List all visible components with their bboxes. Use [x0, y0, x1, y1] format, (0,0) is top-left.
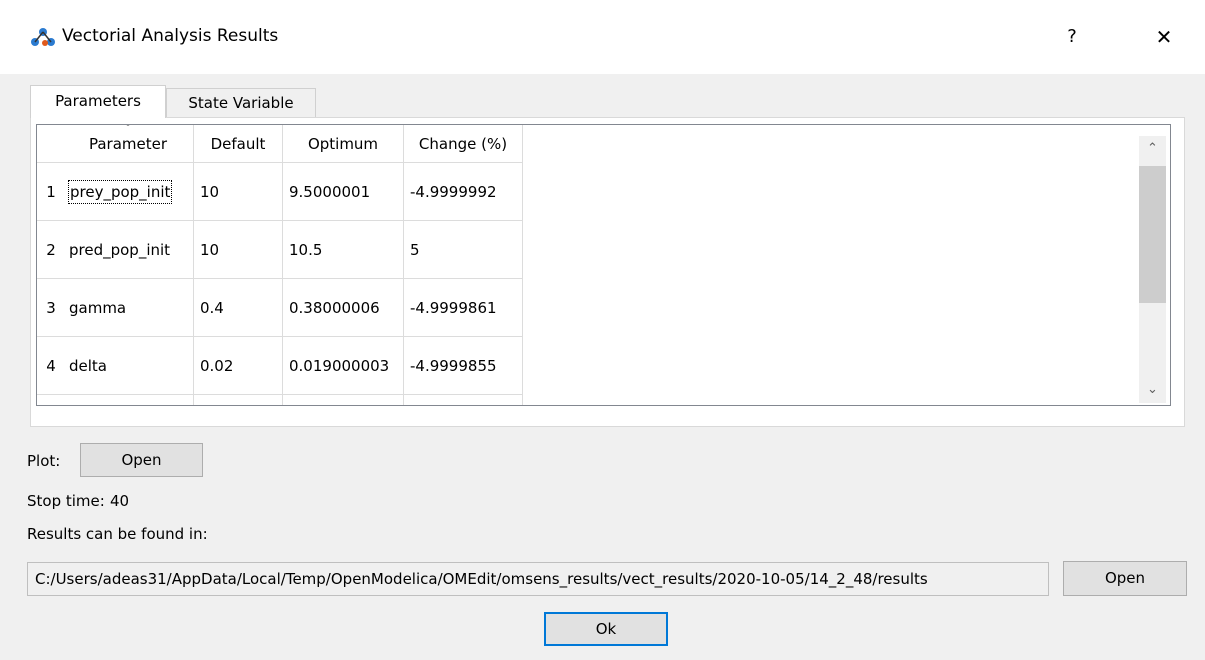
- cell-default[interactable]: 10: [193, 162, 283, 221]
- scroll-down-icon[interactable]: ⌄: [1139, 377, 1166, 403]
- results-open-button[interactable]: Open: [1063, 561, 1187, 596]
- cell-change[interactable]: -4.9999992: [403, 162, 523, 221]
- row-number: [37, 394, 63, 405]
- row-number: 4: [37, 336, 63, 395]
- row-number: 3: [37, 278, 63, 337]
- table-row[interactable]: 4 delta 0.02 0.019000003 -4.9999855: [37, 336, 523, 395]
- row-number: 1: [37, 162, 63, 221]
- plot-open-button[interactable]: Open: [80, 443, 203, 477]
- cell-default[interactable]: [193, 394, 283, 405]
- cell-optimum[interactable]: 10.5: [282, 220, 404, 279]
- column-header-label: Parameter: [88, 134, 168, 153]
- title-bar: Vectorial Analysis Results ? ✕: [0, 0, 1205, 74]
- stop-time-value: 40: [110, 492, 130, 510]
- cell-parameter[interactable]: delta: [63, 336, 194, 395]
- row-number: 2: [37, 220, 63, 279]
- cell-change[interactable]: [403, 394, 523, 405]
- scroll-thumb[interactable]: [1139, 166, 1166, 303]
- cell-change[interactable]: -4.9999861: [403, 278, 523, 337]
- column-header-change[interactable]: Change (%): [403, 125, 523, 163]
- network-graph-icon: [31, 28, 55, 46]
- table-row[interactable]: [37, 394, 523, 405]
- cell-default[interactable]: 0.4: [193, 278, 283, 337]
- plot-label: Plot:: [27, 452, 61, 470]
- table-row[interactable]: 2 pred_pop_init 10 10.5 5: [37, 220, 523, 279]
- cell-parameter[interactable]: gamma: [63, 278, 194, 337]
- stop-time-label: Stop time:: [27, 492, 105, 510]
- cell-optimum[interactable]: 0.019000003: [282, 336, 404, 395]
- table-row[interactable]: 1 prey_pop_init 10 9.5000001 -4.9999992: [37, 162, 523, 221]
- cell-default[interactable]: 10: [193, 220, 283, 279]
- help-button[interactable]: ?: [1052, 20, 1092, 54]
- results-path-field[interactable]: C:/Users/adeas31/AppData/Local/Temp/Open…: [27, 562, 1049, 596]
- window-title: Vectorial Analysis Results: [62, 26, 279, 46]
- table-row[interactable]: 3 gamma 0.4 0.38000006 -4.9999861: [37, 278, 523, 337]
- close-button[interactable]: ✕: [1144, 20, 1184, 54]
- corner-header: [37, 125, 63, 163]
- cell-optimum[interactable]: [282, 394, 404, 405]
- vertical-scrollbar[interactable]: ⌃ ⌄: [1139, 136, 1166, 403]
- results-location-label: Results can be found in:: [27, 525, 208, 543]
- column-header-default[interactable]: Default: [193, 125, 283, 163]
- tab-state-variable[interactable]: State Variable: [166, 88, 316, 118]
- cell-optimum[interactable]: 0.38000006: [282, 278, 404, 337]
- tab-parameters[interactable]: Parameters: [30, 85, 166, 118]
- results-table[interactable]: ﹀ Parameter Default Optimum Change (%) 1…: [36, 124, 1171, 406]
- scroll-up-icon[interactable]: ⌃: [1139, 136, 1166, 162]
- column-header-parameter[interactable]: ﹀ Parameter: [63, 125, 194, 163]
- cell-change[interactable]: -4.9999855: [403, 336, 523, 395]
- column-header-optimum[interactable]: Optimum: [282, 125, 404, 163]
- cell-parameter[interactable]: pred_pop_init: [63, 220, 194, 279]
- cell-optimum[interactable]: 9.5000001: [282, 162, 404, 221]
- cell-parameter[interactable]: prey_pop_init: [63, 162, 194, 221]
- table-header-row: ﹀ Parameter Default Optimum Change (%): [37, 125, 523, 163]
- ok-button[interactable]: Ok: [544, 612, 668, 646]
- cell-text: prey_pop_init: [67, 179, 173, 204]
- cell-change[interactable]: 5: [403, 220, 523, 279]
- cell-parameter[interactable]: [63, 394, 194, 405]
- cell-default[interactable]: 0.02: [193, 336, 283, 395]
- sort-indicator-icon: ﹀: [122, 124, 134, 134]
